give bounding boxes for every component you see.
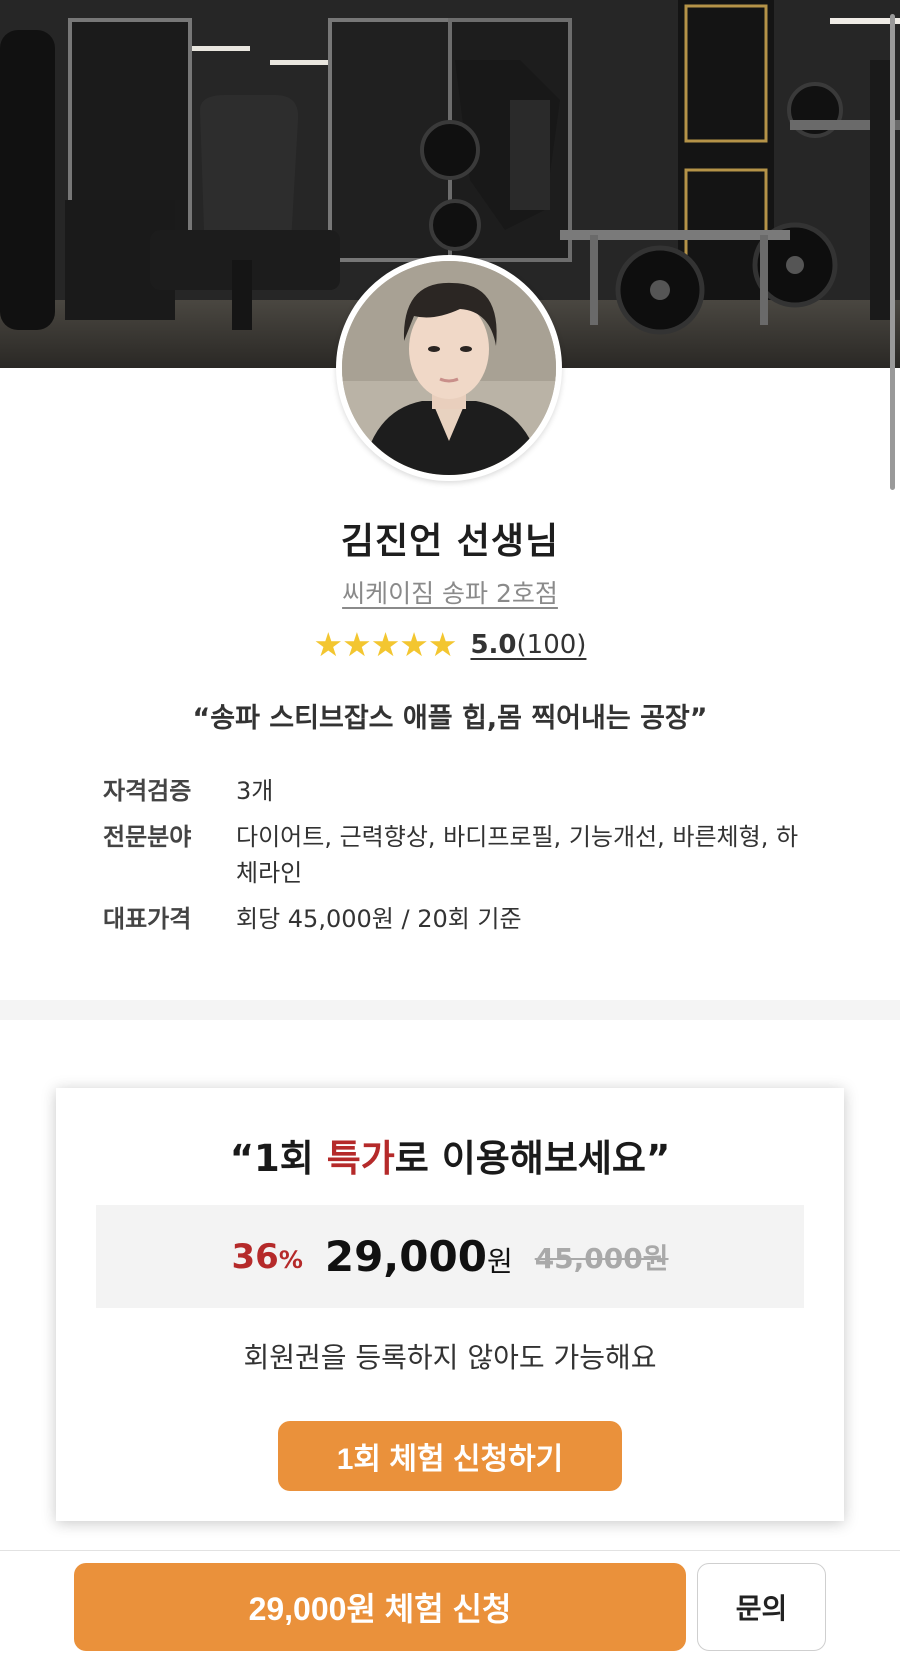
sale-price-unit: 원 (486, 1245, 513, 1278)
trial-apply-button[interactable]: 1회 체험 신청하기 (278, 1421, 622, 1491)
discount-rate: 36% (231, 1237, 302, 1277)
info-value: 다이어트, 근력향상, 바디프로필, 기능개선, 바른체형, 하체라인 (236, 823, 799, 887)
promo-title-pre: “1회 (229, 1137, 327, 1180)
original-price: 45,000원 (534, 1241, 669, 1275)
gym-link[interactable]: 씨케이짐 송파 2호점 (342, 579, 558, 608)
info-row-specialty: 전문분야 다이어트, 근력향상, 바디프로필, 기능개선, 바른체형, 하체라인 (103, 819, 803, 891)
discount-unit: % (278, 1245, 303, 1274)
discount-number: 36 (231, 1236, 279, 1277)
info-label: 자격검증 (103, 777, 192, 805)
promo-title: “1회 특가로 이용해보세요” (56, 1128, 844, 1182)
info-label: 전문분야 (103, 823, 192, 851)
trainer-avatar (336, 255, 562, 481)
info-value: 3개 (236, 777, 274, 805)
rating-review-link[interactable]: 5.0(100) (470, 630, 586, 660)
trial-promo-card: “1회 특가로 이용해보세요” 36% 29,000원 45,000원 회원권을… (56, 1088, 844, 1521)
trainer-quote: “송파 스티브잡스 애플 힙,몸 찍어내는 공장” (192, 703, 708, 734)
trial-cta-button[interactable]: 29,000원 체험 신청 (74, 1563, 686, 1651)
scrollbar[interactable] (890, 14, 895, 490)
star-rating-icon: ★★★★★ (313, 625, 458, 664)
promo-title-post: 로 이용해보세요” (394, 1137, 671, 1180)
info-label: 대표가격 (103, 905, 192, 933)
rating-row: ★★★★★ 5.0(100) (0, 628, 900, 661)
sale-price-number: 29,000 (324, 1232, 487, 1281)
info-row-certification: 자격검증 3개 (103, 773, 803, 809)
trainer-name: 김진언 선생님 (340, 521, 560, 562)
review-count: (100) (516, 629, 587, 660)
info-value: 회당 45,000원 / 20회 기준 (236, 905, 522, 933)
sale-price: 29,000원 (325, 1232, 513, 1281)
trainer-info-list: 자격검증 3개 전문분야 다이어트, 근력향상, 바디프로필, 기능개선, 바른… (103, 773, 803, 947)
promo-note: 회원권을 등록하지 않아도 가능해요 (243, 1341, 657, 1374)
bottom-action-bar: 29,000원 체험 신청 문의 (0, 1550, 900, 1671)
info-row-price: 대표가격 회당 45,000원 / 20회 기준 (103, 901, 803, 937)
inquiry-button[interactable]: 문의 (697, 1563, 826, 1651)
promo-title-accent: 특가 (326, 1137, 395, 1180)
price-box: 36% 29,000원 45,000원 (96, 1205, 804, 1308)
section-divider (0, 1000, 900, 1020)
rating-score: 5.0 (470, 629, 517, 660)
